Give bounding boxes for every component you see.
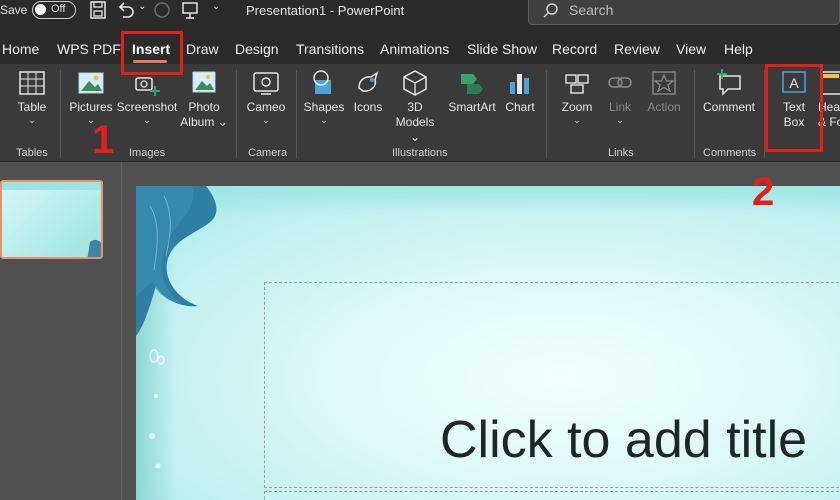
comment-icon: [717, 69, 741, 96]
title-bar: Save Off ⌄ ⌄ Presentation1 - PowerPoint …: [0, 0, 840, 34]
cameo-chevron-icon: ⌄: [262, 115, 270, 125]
group-label-tables: Tables: [16, 147, 48, 159]
action-star-icon: [652, 71, 676, 95]
search-icon: [543, 3, 558, 18]
annotation-step-2: 2: [752, 170, 775, 214]
toggle-state-text: Off: [51, 3, 66, 15]
zoom-icon: [565, 74, 589, 94]
redo-icon[interactable]: [152, 0, 172, 20]
zoom-chevron-icon: ⌄: [573, 115, 581, 125]
group-label-comments: Comments: [703, 147, 757, 159]
shapes-label: Shapes: [303, 100, 345, 114]
chart-button[interactable]: Chart: [502, 68, 538, 115]
zoom-button[interactable]: Zoom ⌄: [554, 68, 600, 125]
photo-album-button[interactable]: Photo Album ⌄: [178, 68, 230, 130]
action-button[interactable]: Action: [642, 68, 686, 115]
cameo-button[interactable]: Cameo ⌄: [242, 68, 290, 125]
3d-cube-icon: [403, 70, 427, 96]
title-placeholder-text: Click to add title: [440, 411, 808, 469]
link-chevron-icon: ⌄: [616, 115, 624, 125]
tab-home[interactable]: Home: [2, 41, 39, 57]
document-title: Presentation1 - PowerPoint: [246, 3, 405, 18]
table-button[interactable]: Table ⌄: [10, 68, 54, 125]
link-button[interactable]: Link ⌄: [602, 68, 638, 125]
tab-help[interactable]: Help: [724, 41, 753, 57]
screenshot-button[interactable]: Screenshot ⌄: [116, 68, 178, 125]
tab-transitions[interactable]: Transitions: [296, 41, 364, 57]
3d-models-label-line2: Models: [395, 115, 435, 129]
pictures-icon: [78, 72, 104, 94]
icons-icon: [358, 71, 379, 92]
search-placeholder: Search: [569, 2, 614, 18]
comment-label: Comment: [702, 100, 755, 114]
search-box[interactable]: Search: [528, 0, 840, 25]
group-separator: [694, 70, 695, 158]
group-separator: [546, 70, 547, 158]
action-label: Action: [647, 100, 681, 114]
screenshot-label: Screenshot: [116, 100, 178, 114]
link-icon: [608, 77, 632, 88]
pictures-label: Pictures: [69, 100, 113, 114]
photo-album-label-line2: Album: [180, 115, 215, 129]
subtitle-placeholder-box[interactable]: [264, 491, 840, 500]
thumbnail-background-icon: [2, 182, 101, 257]
3d-models-label-line1: 3D: [407, 100, 423, 114]
photo-album-chevron-icon: ⌄: [214, 115, 228, 129]
cameo-icon: [253, 72, 279, 95]
screenshot-chevron-icon: ⌄: [143, 115, 151, 125]
comment-button[interactable]: Comment: [698, 68, 760, 115]
group-separator: [296, 70, 297, 158]
tab-design[interactable]: Design: [235, 41, 279, 57]
annotation-box-text-box: [765, 64, 823, 152]
tab-slide-show[interactable]: Slide Show: [467, 41, 537, 57]
table-label: Table: [17, 100, 47, 114]
autosave-toggle[interactable]: Off: [32, 1, 76, 19]
tab-animations[interactable]: Animations: [380, 41, 449, 57]
tab-record[interactable]: Record: [552, 41, 597, 57]
table-icon: [19, 71, 45, 95]
bubbles-decoration-icon: [149, 349, 165, 469]
slide-thumbnail[interactable]: [0, 180, 103, 259]
smartart-label: SmartArt: [448, 100, 496, 114]
customize-qat-chevron-icon[interactable]: ⌄: [212, 1, 220, 12]
undo-dropdown-chevron-icon[interactable]: ⌄: [138, 1, 146, 12]
shapes-icon: [313, 70, 331, 94]
shapes-button[interactable]: Shapes ⌄: [302, 68, 346, 125]
smartart-icon: [461, 74, 483, 94]
3d-models-button[interactable]: 3D Models ⌄: [390, 68, 440, 145]
zoom-label: Zoom: [561, 100, 593, 114]
ribbon: Table ⌄ Tables Pictures ⌄ Screenshot ⌄ P…: [0, 64, 840, 162]
pictures-button[interactable]: Pictures ⌄: [68, 68, 114, 125]
icons-button[interactable]: Icons: [348, 68, 388, 115]
annotation-step-1: 1: [92, 118, 115, 162]
chart-label: Chart: [505, 100, 535, 114]
photo-album-label-line1: Photo: [188, 100, 220, 114]
link-label: Link: [608, 100, 631, 114]
tab-draw[interactable]: Draw: [186, 41, 219, 57]
icons-label: Icons: [353, 100, 383, 114]
tab-review[interactable]: Review: [614, 41, 660, 57]
table-chevron-icon: ⌄: [28, 115, 36, 125]
annotation-box-insert-tab: [121, 31, 183, 75]
cameo-label: Cameo: [246, 100, 286, 114]
chart-icon: [510, 74, 529, 94]
tab-wps-pdf[interactable]: WPS PDF: [57, 41, 121, 57]
save-icon[interactable]: [88, 0, 108, 20]
group-label-camera: Camera: [248, 147, 288, 159]
present-from-beginning-icon[interactable]: [180, 0, 200, 20]
tab-view[interactable]: View: [676, 41, 706, 57]
toggle-knob: [35, 4, 46, 15]
undo-icon[interactable]: [116, 0, 136, 20]
group-label-images: Images: [129, 147, 166, 159]
autosave-label: Save: [0, 3, 28, 17]
group-separator: [60, 70, 61, 158]
3d-models-chevron-icon: ⌄: [409, 130, 421, 144]
group-label-illustrations: Illustrations: [392, 147, 448, 159]
photo-album-icon: [192, 71, 216, 93]
group-separator: [236, 70, 237, 158]
shapes-chevron-icon: ⌄: [320, 115, 328, 125]
smartart-button[interactable]: SmartArt: [444, 68, 500, 115]
group-label-links: Links: [608, 147, 634, 159]
